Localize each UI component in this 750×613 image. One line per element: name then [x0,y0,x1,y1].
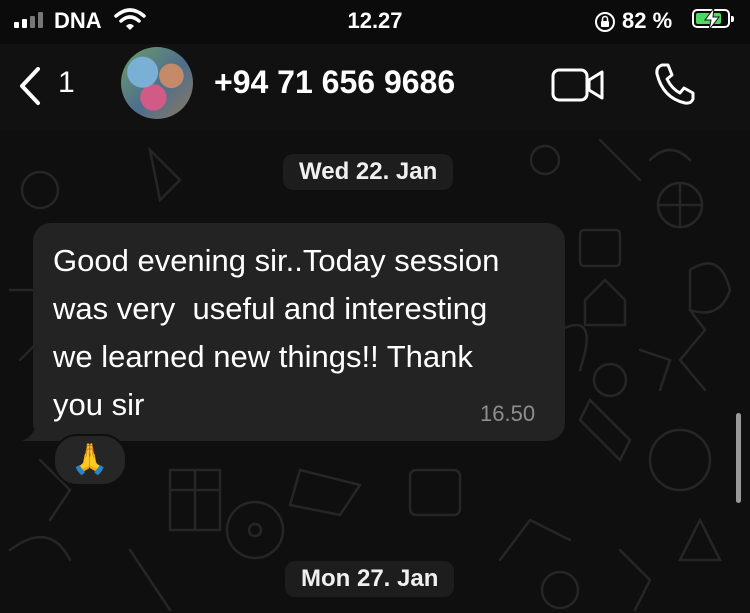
contact-name[interactable]: +94 71 656 9686 [214,64,455,101]
message-line: was very useful and interesting [53,291,488,326]
battery-charging-icon [692,8,734,30]
status-bar: DNA 12.27 82 % [0,0,750,44]
date-separator: Wed 22. Jan [283,154,454,190]
bubble-tail [22,424,52,441]
message-timestamp: 16.50 [480,401,536,426]
back-chevron-icon[interactable] [16,66,44,106]
unread-count[interactable]: 1 [58,66,75,100]
battery-percentage: 82 % [622,8,673,33]
message-text: Good evening sir..Today session was very… [53,237,553,429]
message-line: we learned new things!! Thank [53,339,473,374]
video-call-icon[interactable] [551,66,605,104]
message-line: Good evening sir..Today session [53,243,500,278]
contact-avatar[interactable] [121,47,193,119]
phone-call-icon[interactable] [653,62,695,106]
chat-header: 1 +94 71 656 9686 [0,44,750,130]
message-line: you sir [53,387,145,422]
chat-area[interactable]: Wed 22. Jan Good evening sir..Today sess… [0,130,750,613]
orientation-lock-icon [595,12,615,32]
reaction-badge[interactable]: 🙏 [53,434,127,486]
scroll-indicator[interactable] [736,413,741,503]
date-separator: Mon 27. Jan [285,561,455,597]
